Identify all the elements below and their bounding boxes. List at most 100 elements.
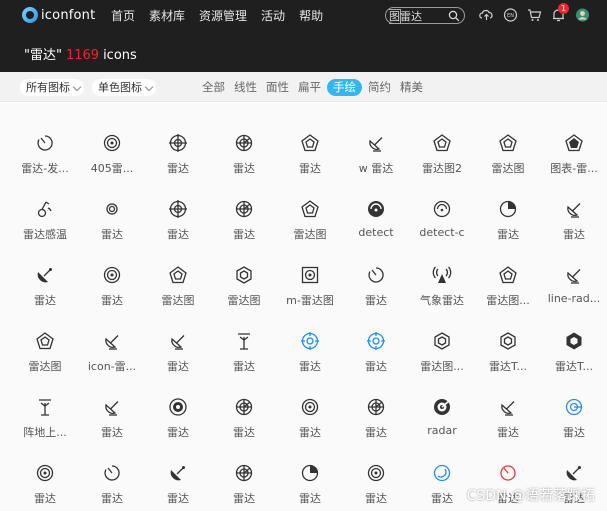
icon-card-label: 雷达: [101, 294, 123, 307]
icon-card[interactable]: icon-雷...: [79, 313, 145, 379]
icon-card[interactable]: 雷达: [145, 181, 211, 247]
icon-card[interactable]: 雷达: [145, 115, 211, 181]
icon-card[interactable]: 雷达图2: [409, 115, 475, 181]
toolbar-icons: EN 1: [478, 3, 598, 23]
icon-card[interactable]: 雷达: [211, 313, 277, 379]
nav-home[interactable]: 首页: [111, 7, 135, 24]
hexagon-icon: [234, 265, 254, 285]
hexagon-filled-icon: [564, 331, 584, 351]
icon-card[interactable]: 阵地上...: [12, 379, 78, 445]
icon-card[interactable]: 雷达: [541, 379, 607, 445]
square-radar-icon: [300, 265, 320, 285]
icon-card-label: icon-雷...: [87, 360, 137, 373]
icon-card[interactable]: 405雷...: [79, 115, 145, 181]
icon-card[interactable]: 雷达: [409, 445, 475, 511]
iconfont-logo[interactable]: iconfont: [22, 6, 95, 24]
tab-simple[interactable]: 简约: [368, 79, 391, 96]
nav-activities[interactable]: 活动: [261, 7, 285, 24]
top-navigation-bar: iconfont 首页 素材库 资源管理 活动 帮助 图雷达 EN 1: [0, 0, 607, 30]
spin-icon: [35, 133, 55, 153]
icon-card-label: 雷达: [497, 426, 519, 439]
icon-card-label: 雷达图...: [486, 294, 530, 307]
nav-help[interactable]: 帮助: [299, 7, 323, 24]
icon-card[interactable]: 雷达图: [211, 247, 277, 313]
icon-card[interactable]: 雷达: [277, 115, 343, 181]
icon-card[interactable]: 雷达: [343, 313, 409, 379]
icon-card[interactable]: 雷达T...: [475, 313, 541, 379]
color-dropdown[interactable]: 单色图标: [92, 79, 156, 96]
icon-card-label: 雷达: [299, 360, 321, 373]
icon-card-label: 雷达: [167, 360, 189, 373]
notification-badge: 1: [558, 3, 569, 14]
icon-card[interactable]: 雷达: [145, 313, 211, 379]
icon-card[interactable]: 雷达: [79, 379, 145, 445]
radar-ring-icon: [35, 463, 55, 483]
icon-card[interactable]: 雷达图...: [409, 313, 475, 379]
tab-hand-drawn[interactable]: 手绘: [327, 79, 362, 96]
icon-card[interactable]: 雷达: [277, 445, 343, 511]
icon-card[interactable]: 图表-雷...: [541, 115, 607, 181]
cart-icon[interactable]: [526, 7, 543, 23]
icon-card[interactable]: 雷达: [12, 445, 78, 511]
icon-card[interactable]: 气象雷达: [409, 247, 475, 313]
icon-card[interactable]: 雷达: [79, 181, 145, 247]
icon-card[interactable]: 雷达: [211, 181, 277, 247]
upload-icon[interactable]: [478, 7, 495, 23]
icon-card[interactable]: 雷达: [277, 313, 343, 379]
tab-solid[interactable]: 面性: [266, 79, 289, 96]
icon-card[interactable]: 雷达图...: [475, 247, 541, 313]
icon-card[interactable]: 雷达感温: [12, 181, 78, 247]
color-dropdown-value: 单色图标: [98, 81, 142, 94]
tab-flat[interactable]: 扁平: [298, 79, 321, 96]
icon-card[interactable]: 雷达: [211, 379, 277, 445]
icon-card[interactable]: 雷达: [145, 379, 211, 445]
avatar[interactable]: [574, 7, 591, 23]
icon-card[interactable]: w 雷达: [343, 115, 409, 181]
icon-card[interactable]: 雷达图: [12, 313, 78, 379]
icon-card[interactable]: radar: [409, 379, 475, 445]
nav-resource-management[interactable]: 资源管理: [199, 7, 247, 24]
tab-all[interactable]: 全部: [202, 79, 225, 96]
icon-card[interactable]: 雷达: [343, 379, 409, 445]
icon-card[interactable]: m-雷达图: [277, 247, 343, 313]
icon-card[interactable]: 雷达: [343, 445, 409, 511]
icon-card[interactable]: 雷达: [79, 247, 145, 313]
radar-sweep-icon: [366, 397, 386, 417]
search-icon[interactable]: [448, 10, 460, 22]
radar-sweep-icon: [234, 133, 254, 153]
svg-text:EN: EN: [507, 13, 514, 19]
search-input[interactable]: 图雷达: [385, 7, 465, 24]
tab-exquisite[interactable]: 精美: [400, 79, 423, 96]
icon-card-label: 雷达: [365, 426, 387, 439]
icon-card[interactable]: 雷达: [343, 247, 409, 313]
tab-linear[interactable]: 线性: [234, 79, 257, 96]
icon-card[interactable]: detect: [343, 181, 409, 247]
icon-card[interactable]: 雷达: [145, 445, 211, 511]
icon-card[interactable]: 雷达图: [475, 115, 541, 181]
icon-card[interactable]: 雷达: [475, 379, 541, 445]
icon-card[interactable]: 雷达图: [145, 247, 211, 313]
icon-card[interactable]: 雷达: [475, 181, 541, 247]
icon-card[interactable]: 雷达图: [277, 181, 343, 247]
notification-button[interactable]: 1: [550, 3, 569, 23]
nav-material-library[interactable]: 素材库: [149, 7, 185, 24]
scope-dropdown[interactable]: 所有图标: [20, 79, 84, 96]
main-nav: 首页 素材库 资源管理 活动 帮助: [111, 7, 337, 24]
icon-card[interactable]: line-rad...: [541, 247, 607, 313]
icon-card-label: 雷达: [233, 360, 255, 373]
search-value-prefix: 图: [389, 8, 401, 24]
icon-card[interactable]: 雷达T...: [541, 313, 607, 379]
icon-card[interactable]: 雷达: [541, 181, 607, 247]
radar-sweep-icon: [234, 199, 254, 219]
icon-card[interactable]: 雷达: [211, 115, 277, 181]
icon-card[interactable]: 雷达: [277, 379, 343, 445]
icon-card[interactable]: 雷达: [12, 247, 78, 313]
blue-circle-icon: [564, 397, 584, 417]
icon-card[interactable]: 雷达-发...: [12, 115, 78, 181]
dish-filled-icon: [168, 463, 188, 483]
language-icon[interactable]: EN: [502, 7, 519, 23]
icon-card-label: 图表-雷...: [550, 162, 598, 175]
icon-card[interactable]: 雷达: [211, 445, 277, 511]
icon-card[interactable]: 雷达: [79, 445, 145, 511]
icon-card[interactable]: detect-c: [409, 181, 475, 247]
